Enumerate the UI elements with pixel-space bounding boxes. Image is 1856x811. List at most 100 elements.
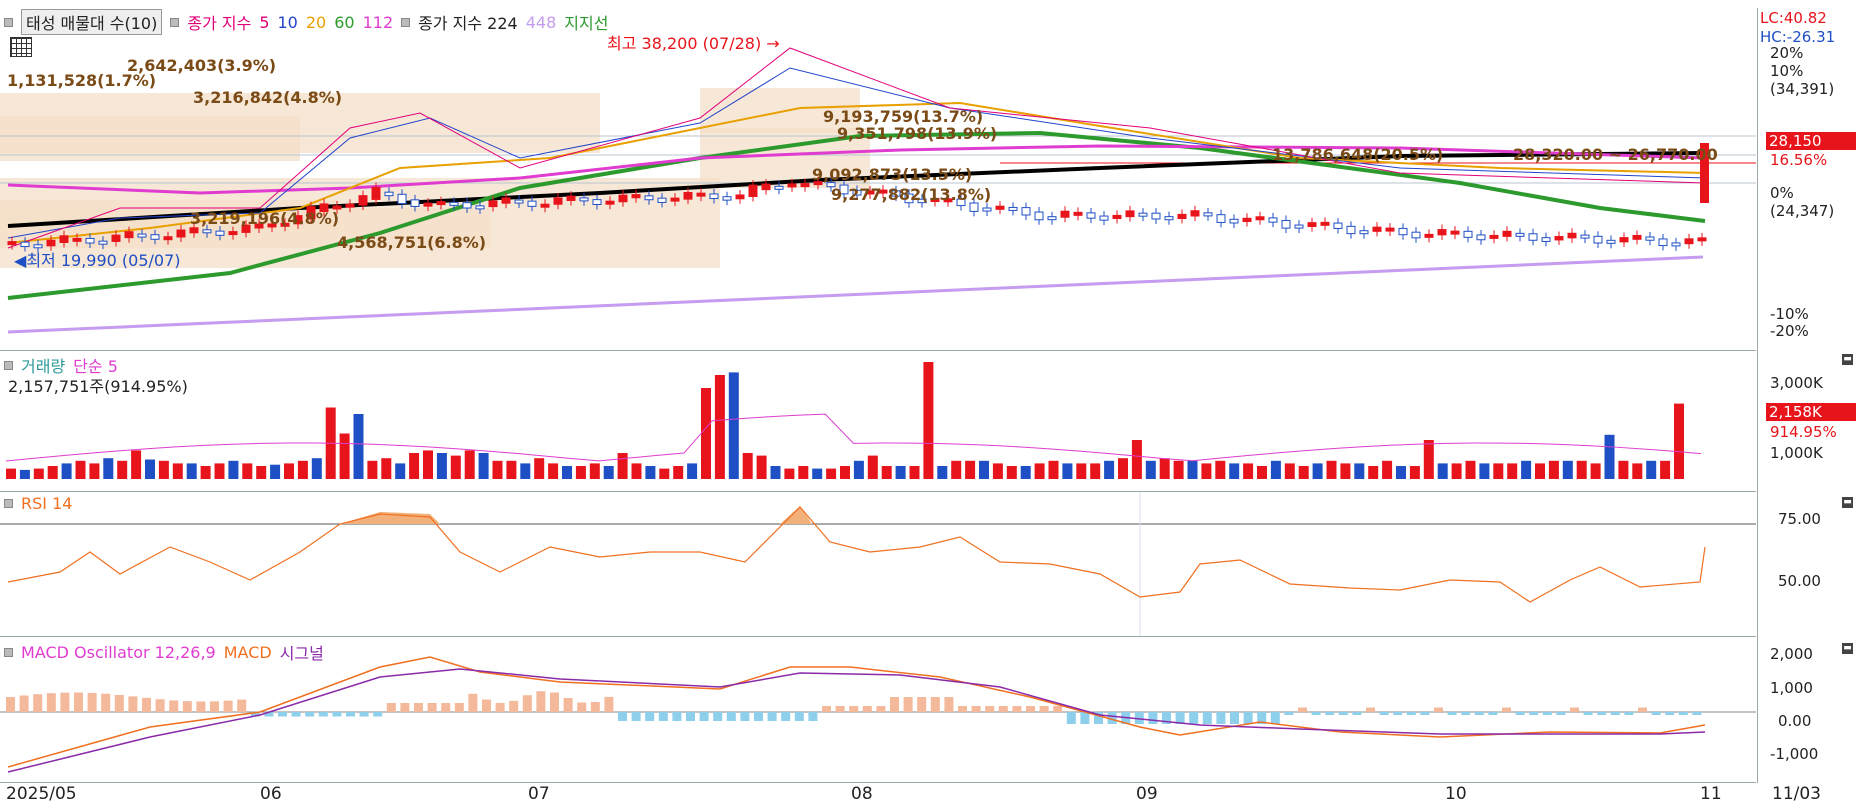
rsi-legend: RSI 14 <box>4 494 72 513</box>
candle <box>982 207 992 212</box>
macd-osc-bar <box>835 706 845 712</box>
vp-label: 4,568,751(6.8%) <box>337 233 487 252</box>
macd-osc-bar <box>1515 712 1525 715</box>
ma-period-448[interactable]: 448 <box>526 13 557 32</box>
volume-profile-button[interactable]: 태성 매물대 수(10) <box>21 9 163 35</box>
candle <box>1242 217 1252 223</box>
volume-bar <box>1243 463 1254 479</box>
macd-osc-bar <box>1474 712 1484 715</box>
rsi-panel[interactable] <box>0 492 1756 637</box>
vp-label: 9,092,873(13.5%) <box>812 165 973 184</box>
candle <box>1385 227 1395 232</box>
x-axis-label: 08 <box>851 784 873 804</box>
macd-osc-bar <box>386 703 396 712</box>
volume-bar <box>1131 440 1142 479</box>
ma-period-10[interactable]: 10 <box>278 13 298 32</box>
macd-osc-bar <box>278 712 287 717</box>
candle <box>644 195 654 201</box>
candle <box>371 186 381 200</box>
candle <box>1658 238 1668 247</box>
macd-signal-label[interactable]: 시그널 <box>280 640 324 664</box>
volume-bar <box>1590 463 1601 479</box>
macd-osc-bar <box>985 706 995 712</box>
volume-bar <box>1618 460 1629 479</box>
volume-bar <box>1562 460 1573 479</box>
macd-osc-label[interactable]: MACD Oscillator 12,26,9 <box>21 643 216 662</box>
candle <box>501 197 511 204</box>
x-axis-label: 11 <box>1700 784 1722 804</box>
close-icon[interactable]: ▬ <box>1842 497 1853 508</box>
candle <box>1229 218 1239 224</box>
vp-label: 3,219,196(4.8%) <box>190 209 340 228</box>
volume-bar <box>297 460 308 479</box>
volume-bar <box>1437 463 1448 479</box>
volume-current-badge: 2,158K <box>1766 403 1856 421</box>
close-icon[interactable]: ▬ <box>1842 643 1853 654</box>
candle <box>1112 214 1122 220</box>
volume-bar <box>589 463 600 479</box>
macd-osc-bar <box>114 694 124 712</box>
volume-bar <box>1451 463 1462 479</box>
rsi-overbought-fill <box>340 512 440 524</box>
candle <box>774 185 784 190</box>
macd-osc-bar <box>101 693 111 712</box>
candle <box>1151 212 1161 220</box>
volume-bar <box>172 463 183 479</box>
ma-title[interactable]: 종가 지수 <box>187 10 251 34</box>
ma-period-112[interactable]: 112 <box>363 13 394 32</box>
macd-osc-bar <box>1379 712 1389 715</box>
close-icon[interactable]: ▬ <box>1842 354 1853 365</box>
candle <box>1086 212 1096 219</box>
price-legend: 태성 매물대 수(10) 종가 지수 5 10 20 60 112 종가 지수 … <box>4 9 608 35</box>
grid-icon[interactable] <box>10 37 32 57</box>
candle <box>1411 231 1421 239</box>
candle <box>1645 236 1655 241</box>
candle <box>1125 210 1135 218</box>
candle <box>1138 212 1148 217</box>
volume-bar <box>979 460 989 479</box>
axis-tick: 50.00 <box>1778 572 1821 590</box>
volume-bar <box>603 466 614 479</box>
candle <box>1203 212 1213 217</box>
macd-osc-bar <box>577 702 587 712</box>
macd-osc-bar <box>1230 712 1239 724</box>
candle <box>969 202 979 212</box>
candle <box>1580 234 1590 239</box>
volume-bar <box>659 468 670 479</box>
volume-bar <box>1535 463 1545 479</box>
candle <box>1476 234 1486 241</box>
rsi-chart[interactable] <box>0 492 1756 636</box>
rsi-title[interactable]: RSI 14 <box>21 494 72 513</box>
ma-period-60[interactable]: 60 <box>334 13 354 32</box>
volume-bar <box>284 463 294 479</box>
macd-osc-bar <box>563 697 573 712</box>
macd-osc-bar <box>1624 712 1634 715</box>
candle <box>1359 230 1369 235</box>
candle <box>605 200 615 205</box>
macd-osc-bar <box>400 703 410 712</box>
candle <box>540 203 550 208</box>
macd-osc-bar <box>1447 712 1457 715</box>
macd-osc-bar <box>890 697 899 712</box>
x-axis-label: 10 <box>1445 784 1467 804</box>
ma-period-20[interactable]: 20 <box>306 13 326 32</box>
support-line-label[interactable]: 지지선 <box>564 10 608 34</box>
macd-osc-bar <box>441 703 451 712</box>
volume-panel[interactable] <box>0 351 1756 492</box>
macd-osc-bar <box>808 712 818 721</box>
candle <box>7 241 17 246</box>
candle <box>1554 235 1564 241</box>
legend-box-icon <box>4 17 13 27</box>
macd-osc-bar <box>1012 706 1022 712</box>
volume-bar <box>784 468 795 479</box>
ma-period-5[interactable]: 5 <box>259 13 269 32</box>
ma2-title[interactable]: 종가 지수 224 <box>418 10 518 34</box>
volume-bar <box>1423 440 1434 479</box>
macd-osc-bar <box>6 697 15 712</box>
macd-osc-bar <box>1556 712 1566 715</box>
macd-osc-bar <box>658 712 668 721</box>
macd-label[interactable]: MACD <box>224 643 272 662</box>
volume-bar <box>937 466 948 479</box>
legend-box-icon <box>170 17 180 27</box>
volume-chart[interactable] <box>0 351 1756 491</box>
